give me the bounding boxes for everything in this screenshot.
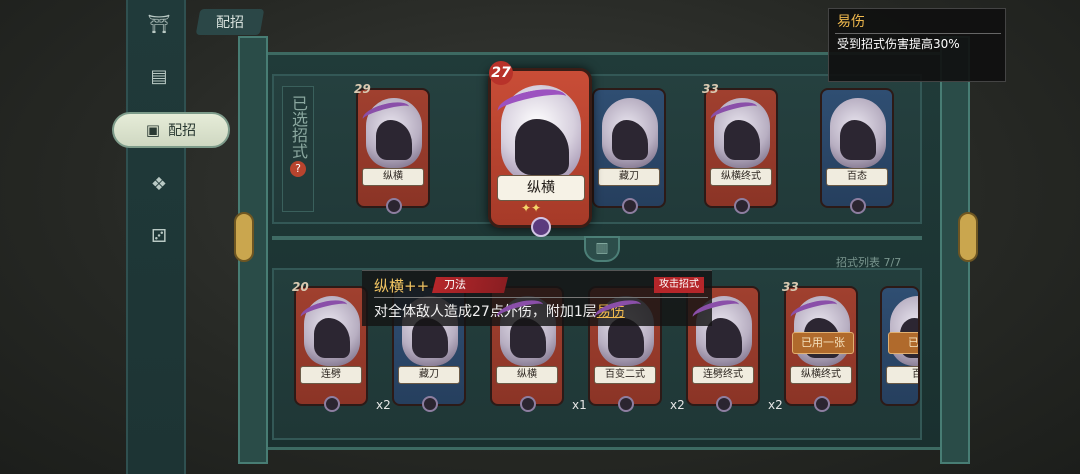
list-card-used: 百 已用	[880, 286, 920, 406]
sidebar-item-deck[interactable]: ▣ 配招	[112, 112, 230, 148]
right-knob-icon	[958, 212, 978, 262]
cards-icon[interactable]: ▤	[142, 62, 176, 90]
page-title-tab: 配招	[195, 9, 265, 35]
selected-card[interactable]: 藏刀	[592, 88, 666, 214]
gem-icon	[531, 217, 551, 237]
divider	[835, 33, 1001, 34]
used-badge: 已用一张	[792, 332, 854, 354]
featured-card[interactable]: 27 纵横 ✦✦	[488, 61, 592, 237]
emblem-icon[interactable]: ❖	[142, 170, 176, 198]
help-icon[interactable]: ?	[290, 161, 306, 177]
selected-label: 已选招式 ?	[282, 86, 314, 212]
gem-icon	[422, 396, 438, 412]
gem-icon	[386, 198, 402, 214]
list-count: 招式列表 7/7	[836, 256, 902, 269]
gem-icon	[622, 198, 638, 214]
gem-icon	[520, 396, 536, 412]
gem-icon	[734, 198, 750, 214]
selected-card[interactable]: 百态	[820, 88, 894, 214]
card-tooltip: 纵横++ 刀法 攻击招式 对全体敌人造成27点外伤，附加1层易伤	[362, 270, 712, 326]
buff-panel: 易伤 受到招式伤害提高30%	[828, 8, 1006, 82]
selected-card[interactable]: 33 纵横终式	[702, 82, 778, 214]
deck-icon: ▣	[145, 121, 161, 139]
divider-scroll-icon: ▥	[584, 236, 620, 262]
gem-icon	[716, 396, 732, 412]
left-knob-icon	[234, 212, 254, 262]
sidebar: ⛩ ▤ ❖ ⚂	[126, 0, 186, 474]
gem-icon	[618, 396, 634, 412]
gem-icon	[324, 396, 340, 412]
tooltip-title: 纵横++	[374, 277, 430, 295]
dice-icon[interactable]: ⚂	[142, 222, 176, 250]
list-card-used: 33 纵横终式 已用一张	[782, 280, 858, 412]
buff-title: 易伤	[837, 14, 865, 30]
divider	[374, 297, 708, 298]
pagoda-icon[interactable]: ⛩	[142, 10, 176, 38]
list-card[interactable]: 20 连劈 x2	[292, 280, 391, 412]
gem-icon	[850, 198, 866, 214]
sidebar-item-label: 配招	[168, 123, 197, 139]
used-badge: 已用	[888, 332, 918, 354]
tooltip-type-badge: 攻击招式	[654, 277, 704, 293]
tooltip-tag: 刀法	[432, 277, 508, 293]
buff-desc: 受到招式伤害提高30%	[837, 37, 960, 51]
selected-card[interactable]: 29 纵横	[354, 82, 430, 214]
selected-label-text: 已选招式	[289, 95, 308, 159]
gem-icon	[814, 396, 830, 412]
upgrade-stars-icon: ✦✦	[521, 201, 542, 215]
